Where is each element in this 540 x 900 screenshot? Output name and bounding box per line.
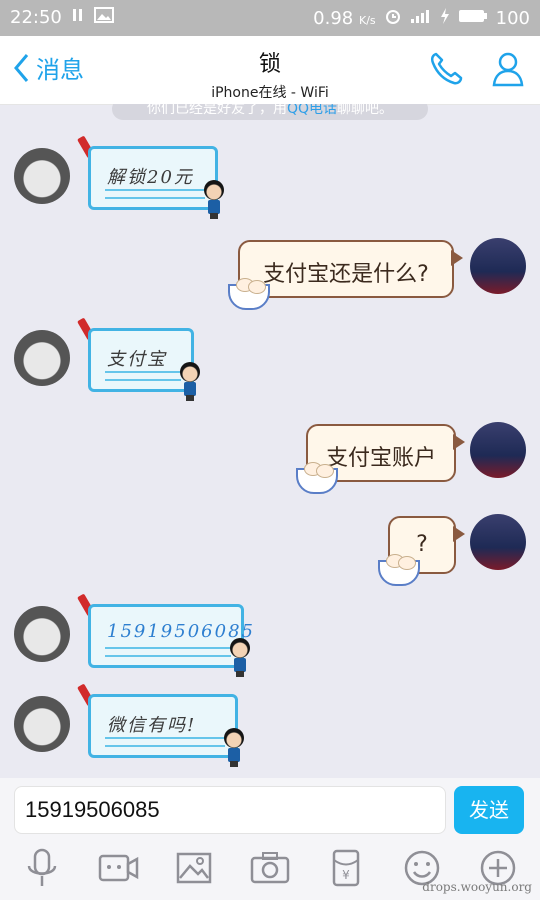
video-icon[interactable] [96,848,140,888]
speed-text: 0.98 K/s [313,8,376,29]
alarm-icon [384,7,402,30]
cartoon-character-icon [230,638,250,677]
friend-avatar[interactable] [14,330,70,386]
card-line [105,647,231,649]
cartoon-character-icon [204,180,224,219]
message-text: 解锁20元 [107,167,194,188]
message-text: 支付宝 [107,349,167,370]
input-toolbar: ¥ drops.wooyun.org [0,836,540,900]
friend-notice: 你们已经是好友了，用QQ电话聊聊吧。 [112,104,428,120]
cartoon-character-icon [224,728,244,767]
watermark: drops.wooyun.org [422,880,532,894]
qq-call-link[interactable]: QQ电话 [287,104,337,117]
camera-icon[interactable] [248,848,292,888]
my-avatar[interactable] [470,514,526,570]
bubble-tail [453,434,465,450]
card-line [105,189,205,191]
bubble-tail [453,526,465,542]
gallery-icon [93,7,114,28]
card-bubble: 15919506085 [88,604,253,668]
svg-text:¥: ¥ [342,868,350,882]
card-line [105,745,225,747]
microphone-icon[interactable] [20,848,64,888]
friend-avatar[interactable] [14,606,70,662]
time-text: 22:50 [10,7,62,28]
dumpling-decoration [398,556,416,570]
bubble-tail [451,250,463,266]
chat-header: 消息 锁 iPhone在线 - WiFi [0,36,540,105]
card-line [105,371,181,373]
composer: 15919506085 发送 [0,778,540,836]
battery-icon [458,8,488,29]
card-bubble: 微信有吗! [88,694,238,758]
card-bubble: 解锁20元 [88,146,218,210]
my-avatar[interactable] [470,238,526,294]
card-line [105,655,231,657]
friend-avatar[interactable] [14,696,70,752]
card-bubble: 支付宝 [88,328,194,392]
message-text: 微信有吗! [107,715,197,736]
cartoon-character-icon [180,362,200,401]
profile-button[interactable] [490,50,526,92]
person-icon [492,52,524,87]
signal-icon [410,8,432,29]
phone-call-button[interactable] [428,50,464,90]
message-list[interactable]: 你们已经是好友了，用QQ电话聊聊吧。 解锁20元 支付宝还是什么? 支付宝 支付… [0,104,540,778]
card-line [105,197,205,199]
phone-icon [430,52,463,85]
dumpling-decoration [248,280,266,294]
message-text: ? [416,532,428,557]
pause-icon [72,7,84,28]
status-bar: 22:50 0.98 K/s 100 [0,0,540,36]
image-icon[interactable] [172,848,216,888]
message-input[interactable]: 15919506085 [14,786,446,834]
red-packet-icon[interactable]: ¥ [324,848,368,888]
sent-bubble: 支付宝还是什么? [238,240,454,298]
battery-level: 100 [495,8,530,29]
friend-avatar[interactable] [14,148,70,204]
charging-icon [440,7,450,30]
dumpling-decoration [316,464,334,478]
send-button[interactable]: 发送 [454,786,524,834]
card-line [105,379,181,381]
my-avatar[interactable] [470,422,526,478]
card-line [105,737,225,739]
message-text: 支付宝还是什么? [263,262,429,287]
